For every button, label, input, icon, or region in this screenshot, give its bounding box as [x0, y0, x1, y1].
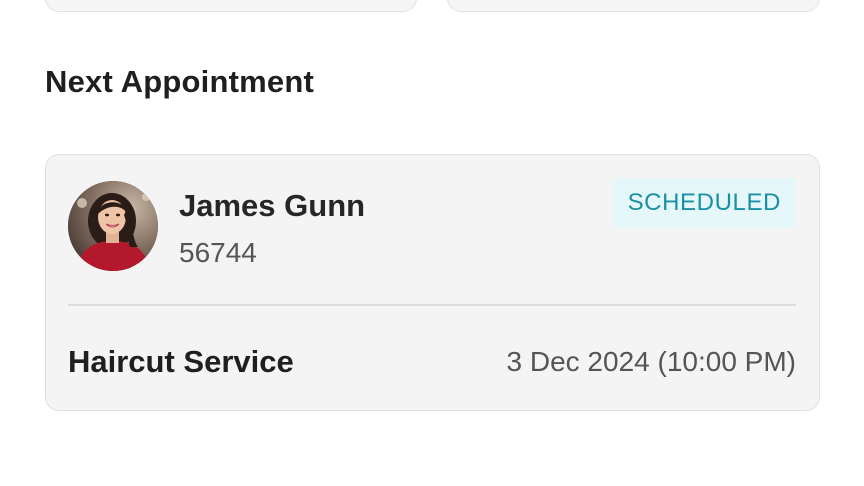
summary-card-right[interactable]	[447, 0, 820, 12]
section-title: Next Appointment	[45, 64, 314, 99]
summary-card-left[interactable]	[45, 0, 417, 12]
appointment-card[interactable]: James Gunn 56744 SCHEDULED Haircut Servi…	[45, 154, 820, 411]
page: Next Appointment James Gunn 56744 SCHEDU…	[0, 0, 864, 486]
appointment-datetime: 3 Dec 2024 (10:00 PM)	[506, 346, 797, 377]
service-name: Haircut Service	[68, 344, 294, 379]
status-badge: SCHEDULED	[612, 178, 796, 228]
divider	[68, 304, 796, 306]
avatar-photo	[68, 181, 158, 271]
client-id: 56744	[179, 237, 257, 268]
client-name: James Gunn	[179, 188, 366, 223]
avatar	[68, 181, 158, 271]
